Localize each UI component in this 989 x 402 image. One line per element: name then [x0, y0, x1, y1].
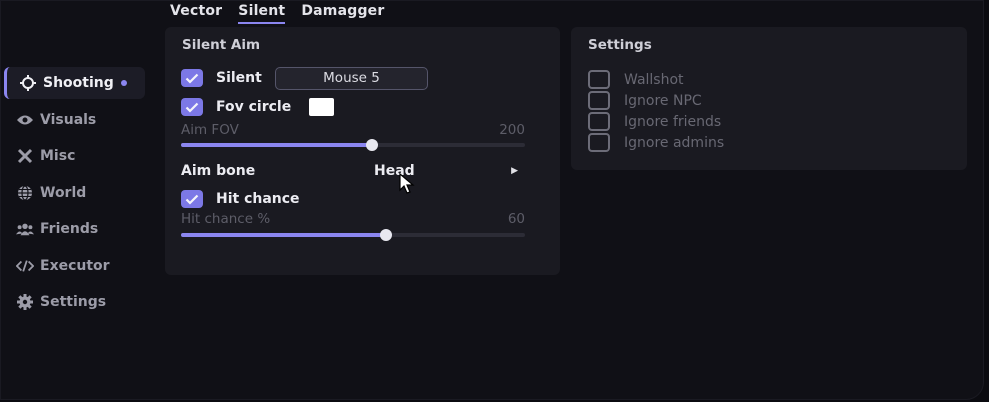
- wallshot-checkbox[interactable]: [588, 70, 610, 89]
- ignore-admins-option[interactable]: Ignore admins: [588, 133, 724, 152]
- mouse-cursor-icon: [399, 173, 415, 194]
- hit-chance-pct-label: Hit chance %: [181, 211, 271, 227]
- silent-checkbox[interactable]: [181, 69, 203, 87]
- aim-fov-label: Aim FOV: [181, 122, 239, 138]
- check-icon: [185, 194, 199, 205]
- fov-circle-label: Fov circle: [216, 99, 292, 115]
- sidebar-item-executor[interactable]: Executor: [1, 250, 151, 282]
- cheat-menu-window: Vector Silent Damagger Shooting Visuals …: [0, 0, 984, 400]
- ignore-admins-checkbox[interactable]: [588, 133, 610, 152]
- settings-panel: Settings Wallshot Ignore NPC Ignore frie…: [571, 27, 967, 170]
- sidebar-item-label: Shooting: [43, 75, 114, 91]
- sidebar-item-label: World: [40, 184, 87, 201]
- aim-fov-slider[interactable]: [181, 139, 525, 151]
- tools-icon: [16, 147, 34, 165]
- sidebar-item-label: Friends: [40, 221, 99, 237]
- hit-chance-pct-value: 60: [507, 211, 525, 227]
- active-indicator-dot: [120, 80, 127, 86]
- chevron-right-icon: ▶: [511, 166, 518, 176]
- sidebar-item-settings[interactable]: Settings: [1, 286, 151, 318]
- wallshot-label: Wallshot: [624, 71, 684, 88]
- ignore-npc-checkbox[interactable]: [588, 91, 610, 110]
- slider-handle[interactable]: [365, 139, 378, 151]
- globe-icon: [16, 184, 34, 202]
- hit-chance-checkbox[interactable]: [181, 190, 203, 208]
- sidebar-item-friends[interactable]: Friends: [1, 213, 151, 245]
- slider-fill: [181, 143, 372, 147]
- top-tabs: Vector Silent Damagger: [170, 3, 384, 24]
- ignore-friends-checkbox[interactable]: [588, 112, 610, 131]
- aim-fov-value: 200: [499, 122, 525, 138]
- hit-chance-slider[interactable]: [181, 229, 525, 241]
- silent-option: Silent: [181, 69, 262, 87]
- check-icon: [185, 73, 199, 84]
- panel-title: Settings: [588, 37, 652, 53]
- hit-chance-option: Hit chance: [181, 190, 300, 208]
- hit-chance-label: Hit chance: [216, 191, 300, 207]
- check-icon: [185, 102, 199, 113]
- sidebar: Shooting Visuals Misc World Friends Exec…: [1, 67, 151, 323]
- gear-icon: [16, 293, 34, 311]
- keybind-button[interactable]: Mouse 5: [275, 67, 428, 90]
- sidebar-item-misc[interactable]: Misc: [1, 140, 151, 172]
- ignore-npc-option[interactable]: Ignore NPC: [588, 91, 702, 110]
- sidebar-item-world[interactable]: World: [1, 177, 151, 209]
- code-icon: [16, 257, 34, 275]
- sidebar-item-label: Visuals: [40, 111, 97, 128]
- fov-circle-checkbox[interactable]: [181, 98, 203, 116]
- eye-icon: [16, 111, 34, 129]
- ignore-npc-label: Ignore NPC: [624, 92, 702, 109]
- slider-fill: [181, 233, 387, 237]
- silent-label: Silent: [216, 70, 262, 86]
- sidebar-item-label: Executor: [40, 257, 110, 274]
- fov-circle-option: Fov circle: [181, 98, 291, 116]
- aim-bone-label: Aim bone: [181, 163, 256, 179]
- wallshot-option[interactable]: Wallshot: [588, 70, 684, 89]
- panel-title: Silent Aim: [182, 37, 261, 53]
- ignore-friends-option[interactable]: Ignore friends: [588, 112, 721, 131]
- sidebar-item-visuals[interactable]: Visuals: [1, 104, 151, 136]
- aim-bone-dropdown[interactable]: Head ▶: [374, 161, 524, 181]
- ignore-admins-label: Ignore admins: [624, 134, 725, 151]
- sidebar-item-label: Settings: [40, 294, 107, 310]
- slider-handle[interactable]: [380, 229, 393, 241]
- fov-color-picker[interactable]: [309, 98, 334, 116]
- sidebar-item-shooting[interactable]: Shooting: [4, 67, 145, 99]
- tab-vector[interactable]: Vector: [170, 3, 222, 24]
- crosshair-icon: [19, 74, 37, 92]
- tab-silent[interactable]: Silent: [238, 3, 286, 24]
- silent-aim-panel: Silent Aim Silent Mouse 5 Fov circle Aim…: [165, 27, 560, 275]
- tab-damagger[interactable]: Damagger: [301, 3, 384, 24]
- sidebar-item-label: Misc: [40, 148, 76, 164]
- ignore-friends-label: Ignore friends: [624, 113, 722, 130]
- users-icon: [16, 220, 34, 238]
